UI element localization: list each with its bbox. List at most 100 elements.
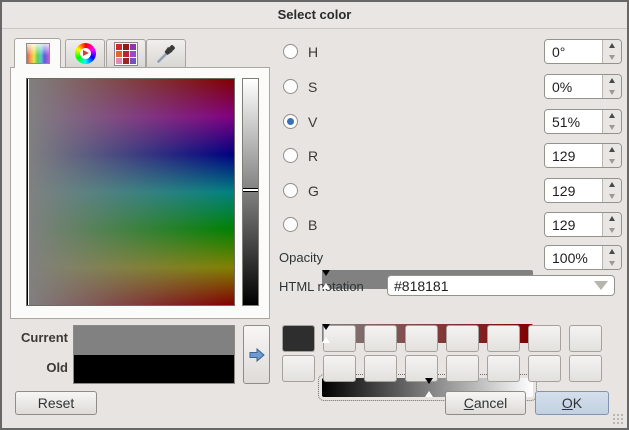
tab-eyedropper[interactable] xyxy=(146,39,186,67)
value-strip[interactable] xyxy=(242,78,259,306)
palette-cell[interactable] xyxy=(364,325,397,352)
value-strip-marker xyxy=(243,188,258,192)
palette-cell[interactable] xyxy=(282,325,315,352)
dialog-body: H 0° S 0% V 5 xyxy=(2,29,627,428)
spin-up-icon xyxy=(609,43,615,48)
palette-cell[interactable] xyxy=(364,355,397,382)
html-notation-value[interactable]: #818181 xyxy=(394,278,594,294)
slider-handle-top[interactable] xyxy=(322,270,330,276)
ok-button[interactable]: OK xyxy=(535,391,609,415)
channel-value-B[interactable]: 129 xyxy=(545,213,602,236)
palette-cell[interactable] xyxy=(282,355,315,382)
cancel-button-label: Cancel xyxy=(464,395,508,411)
old-label: Old xyxy=(10,360,68,375)
cancel-button[interactable]: Cancel xyxy=(445,391,526,415)
palette-cell-color xyxy=(283,326,314,351)
spin-up[interactable] xyxy=(603,144,621,156)
slider-handle-bottom[interactable] xyxy=(322,283,330,289)
spin-up[interactable] xyxy=(603,110,621,122)
channel-radio-R[interactable] xyxy=(283,148,298,163)
select-color-dialog: Select color xyxy=(0,0,629,430)
current-color-swatch xyxy=(74,326,234,355)
slider-handle-top[interactable] xyxy=(425,378,433,384)
spin-down[interactable] xyxy=(603,122,621,134)
palette-cell[interactable] xyxy=(446,355,479,382)
spin-down-icon xyxy=(609,55,615,60)
add-to-palette-button[interactable] xyxy=(243,325,270,384)
channel-value-H[interactable]: 0° xyxy=(545,40,602,63)
gradient-square-icon xyxy=(26,43,50,64)
spin-down-icon xyxy=(609,228,615,233)
slider-handle-bottom[interactable] xyxy=(425,391,433,397)
channel-spinbox-V[interactable]: 51% xyxy=(544,109,622,134)
channel-radio-V[interactable] xyxy=(283,114,298,129)
tab-color-wheel[interactable] xyxy=(65,39,105,67)
spin-up[interactable] xyxy=(603,213,621,225)
spin-down-icon xyxy=(609,194,615,199)
channel-label-G: G xyxy=(308,183,319,199)
spin-down[interactable] xyxy=(603,225,621,237)
palette-cell[interactable] xyxy=(487,325,520,352)
opacity-spinbox[interactable]: 100% xyxy=(544,245,622,270)
palette-cell[interactable] xyxy=(446,325,479,352)
channel-value-R[interactable]: 129 xyxy=(545,144,602,167)
channel-spinbox-B[interactable]: 129 xyxy=(544,212,622,237)
opacity-label: Opacity xyxy=(279,250,323,265)
channel-label-B: B xyxy=(308,217,317,233)
channel-spinbox-S[interactable]: 0% xyxy=(544,74,622,99)
channel-value-G[interactable]: 129 xyxy=(545,179,602,202)
combo-dropdown-icon[interactable] xyxy=(594,281,608,290)
html-notation-entry[interactable]: #818181 xyxy=(387,275,615,296)
spin-down-icon xyxy=(609,90,615,95)
spin-up-icon xyxy=(609,249,615,254)
channel-radio-G[interactable] xyxy=(283,183,298,198)
channel-label-S: S xyxy=(308,79,317,95)
spin-down[interactable] xyxy=(603,191,621,203)
slider-handle-top[interactable] xyxy=(322,324,330,330)
slider-handle-bottom[interactable] xyxy=(322,337,330,343)
spin-down-icon xyxy=(609,261,615,266)
palette-cell[interactable] xyxy=(323,355,356,382)
palette-grid-icon xyxy=(114,42,138,66)
opacity-spin-down[interactable] xyxy=(603,258,621,270)
spin-up-icon xyxy=(609,113,615,118)
spin-down[interactable] xyxy=(603,87,621,99)
channel-radio-B[interactable] xyxy=(283,217,298,232)
tab-palette-grid[interactable] xyxy=(106,39,146,67)
spin-down[interactable] xyxy=(603,156,621,168)
spin-up[interactable] xyxy=(603,75,621,87)
spin-down[interactable] xyxy=(603,52,621,64)
channel-value-S[interactable]: 0% xyxy=(545,75,602,98)
current-label: Current xyxy=(10,330,68,345)
reset-button-label: Reset xyxy=(38,395,75,411)
color-square[interactable] xyxy=(26,78,235,306)
ok-button-label: OK xyxy=(562,395,582,411)
spin-up[interactable] xyxy=(603,40,621,52)
channel-radio-H[interactable] xyxy=(283,44,298,59)
channel-label-R: R xyxy=(308,148,318,164)
palette-cell[interactable] xyxy=(528,355,561,382)
opacity-spin-up[interactable] xyxy=(603,246,621,258)
palette-cell[interactable] xyxy=(569,355,602,382)
spin-up[interactable] xyxy=(603,179,621,191)
reset-button[interactable]: Reset xyxy=(15,391,97,415)
palette-cell[interactable] xyxy=(487,355,520,382)
square-selection-marker xyxy=(27,79,28,305)
spin-down-icon xyxy=(609,159,615,164)
palette-cell[interactable] xyxy=(405,325,438,352)
channel-spinbox-R[interactable]: 129 xyxy=(544,143,622,168)
opacity-value[interactable]: 100% xyxy=(545,246,602,269)
resize-grip[interactable] xyxy=(612,413,624,425)
palette-cell[interactable] xyxy=(528,325,561,352)
old-color-swatch xyxy=(74,355,234,383)
palette-cell[interactable] xyxy=(569,325,602,352)
channel-spinbox-G[interactable]: 129 xyxy=(544,178,622,203)
tab-gradient-square[interactable] xyxy=(14,38,61,68)
channel-label-V: V xyxy=(308,114,317,130)
eyedropper-icon xyxy=(155,43,177,65)
channel-label-H: H xyxy=(308,44,318,60)
channel-value-V[interactable]: 51% xyxy=(545,110,602,133)
channel-spinbox-H[interactable]: 0° xyxy=(544,39,622,64)
title-bar[interactable]: Select color xyxy=(2,2,627,29)
channel-radio-S[interactable] xyxy=(283,79,298,94)
